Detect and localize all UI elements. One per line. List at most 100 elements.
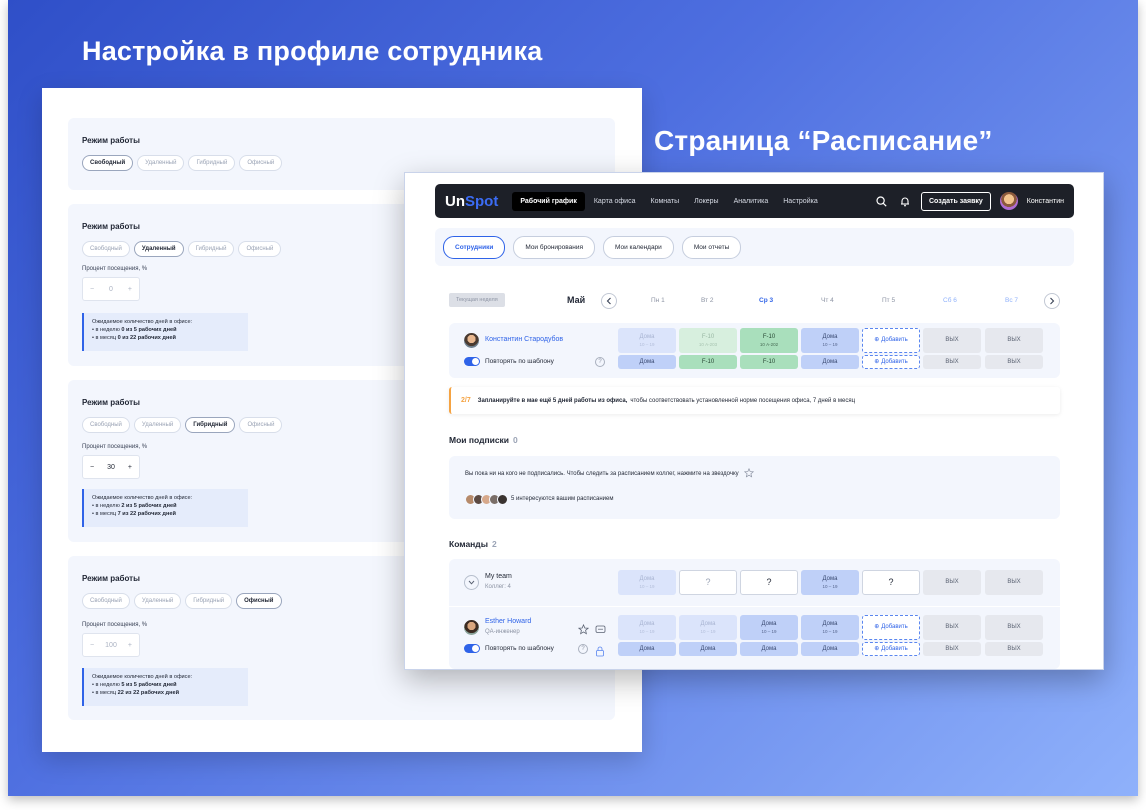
day-cell[interactable]: F-10 10 А-203 [679,328,737,353]
template-cell[interactable]: Дома [740,642,798,656]
chip-office[interactable]: Офисный [238,241,282,257]
attendance-stepper[interactable]: − 100 + [82,633,140,657]
chip-remote[interactable]: Удаленный [133,241,184,257]
chevron-down-icon[interactable] [464,575,479,590]
team-day-cell[interactable]: Дома 10 – 19 [618,570,676,595]
team-day-cell[interactable]: ? [862,570,920,595]
minus-button[interactable]: − [90,286,94,293]
create-request-button[interactable]: Создать заявку [920,191,991,211]
add-template-button[interactable]: ⊕ Добавить [862,642,920,656]
chip-free[interactable]: Свободный [82,241,130,257]
day-thu: Чт 4 [821,297,834,304]
minus-button[interactable]: − [90,642,94,649]
add-booking-button[interactable]: ⊕ Добавить [862,615,920,640]
chip-free[interactable]: Свободный [82,417,130,433]
avatar [464,620,479,635]
team-name[interactable]: My team [485,573,512,580]
chip-office[interactable]: Офисный [239,417,283,433]
add-booking-button[interactable]: ⊕ Добавить [862,328,920,353]
day-cell[interactable]: Дома 10 – 19 [801,328,859,353]
prev-week-button[interactable] [601,293,617,309]
nav-settings[interactable]: Настройка [783,198,817,205]
chip-free[interactable]: Свободный [82,155,134,171]
nav-office-map[interactable]: Карта офиса [594,198,636,205]
plus-button[interactable]: + [128,464,132,471]
template-cell[interactable]: ВЫХ [985,355,1043,369]
team-day-cell[interactable]: ВЫХ [923,570,981,595]
star-icon[interactable] [577,622,590,640]
attendance-stepper[interactable]: − 0 + [82,277,140,301]
day-cell[interactable]: Дома 10 – 19 [618,615,676,640]
nav-work-schedule[interactable]: Рабочий график [512,191,585,211]
template-cell[interactable]: Дома [801,355,859,369]
tab-my-reports[interactable]: Мои отчеты [681,235,742,259]
info-week: • в неделю 5 из 5 рабочих дней [92,682,177,688]
minus-button[interactable]: − [90,464,94,471]
template-cell[interactable]: Дома [801,642,859,656]
chip-office[interactable]: Офисный [236,593,282,609]
template-cell[interactable]: F-10 [740,355,798,369]
chip-hybrid[interactable]: Гибридный [188,155,236,171]
team-day-cell[interactable]: Дома 10 – 19 [801,570,859,595]
template-cell[interactable]: ВЫХ [923,355,981,369]
day-cell[interactable]: Дома 10 – 19 [801,615,859,640]
day-cell[interactable]: ВЫХ [985,328,1043,353]
user-avatar[interactable] [999,192,1018,210]
template-cell[interactable]: Дома [618,355,676,369]
chip-remote[interactable]: Удаленный [133,417,182,433]
chip-hybrid[interactable]: Гибридный [185,593,233,609]
chip-remote[interactable]: Удаленный [137,155,185,171]
template-cell[interactable]: Дома [679,642,737,656]
team-members: Коллег: 4 [485,584,511,590]
bell-icon[interactable] [898,194,912,208]
day-cell[interactable]: Дома 10 – 19 [740,615,798,640]
user-name[interactable]: Константин [1027,198,1064,205]
lock-icon[interactable] [595,644,605,662]
chip-hybrid[interactable]: Гибридный [185,417,236,433]
plus-button[interactable]: + [128,642,132,649]
tab-my-calendars[interactable]: Мои календари [603,235,674,259]
interested-count[interactable]: 5 интересуются вашим расписанием [511,496,613,502]
template-cell[interactable]: ВЫХ [923,642,981,656]
chip-office[interactable]: Офисный [239,155,283,171]
message-icon[interactable] [595,622,606,640]
add-template-button[interactable]: ⊕ Добавить [862,355,920,369]
tab-my-bookings[interactable]: Мои бронирования [513,235,596,259]
day-cell[interactable]: ВЫХ [985,615,1043,640]
day-cell[interactable]: Дома 10 – 19 [618,328,676,353]
day-tue: Вт 2 [701,297,714,304]
member-name[interactable]: Esther Howard [485,618,531,625]
work-mode-title: Режим работы [82,222,140,231]
team-day-cell[interactable]: ? [679,570,737,595]
unspot-logo[interactable]: UnSpot [445,193,498,210]
repeat-template-toggle[interactable] [464,644,480,653]
chip-free[interactable]: Свободный [82,593,130,609]
search-icon[interactable] [875,194,889,208]
help-icon[interactable]: ? [595,357,605,367]
attendance-stepper[interactable]: − 30 + [82,455,140,479]
day-cell[interactable]: ВЫХ [923,328,981,353]
help-icon[interactable]: ? [578,644,588,654]
current-week-button[interactable]: Текущая неделя [449,293,505,307]
plus-button[interactable]: + [128,286,132,293]
template-cell[interactable]: F-10 [679,355,737,369]
nav-lockers[interactable]: Локеры [694,198,718,205]
my-name[interactable]: Константин Стародубов [485,336,563,343]
team-day-cell[interactable]: ВЫХ [985,570,1043,595]
chip-remote[interactable]: Удаленный [133,593,182,609]
nav-analytics[interactable]: Аналитика [734,198,769,205]
day-cell[interactable]: F-10 10 А-202 [740,328,798,353]
day-cell[interactable]: ВЫХ [923,615,981,640]
day-cell[interactable]: Дома 10 – 19 [679,615,737,640]
repeat-template-toggle[interactable] [464,357,480,366]
subscriptions-empty: Вы пока ни на кого не подписались. Чтобы… [465,467,754,480]
template-cell[interactable]: Дома [618,642,676,656]
chip-hybrid[interactable]: Гибридный [187,241,235,257]
team-day-cell[interactable]: ? [740,570,798,595]
star-icon[interactable] [743,467,754,480]
template-cell[interactable]: ВЫХ [985,642,1043,656]
tab-employees[interactable]: Сотрудники [443,235,506,259]
next-week-button[interactable] [1044,293,1060,309]
nav-rooms[interactable]: Комнаты [651,198,680,205]
info-title: Ожидаемое количество дней в офисе: [92,674,193,680]
